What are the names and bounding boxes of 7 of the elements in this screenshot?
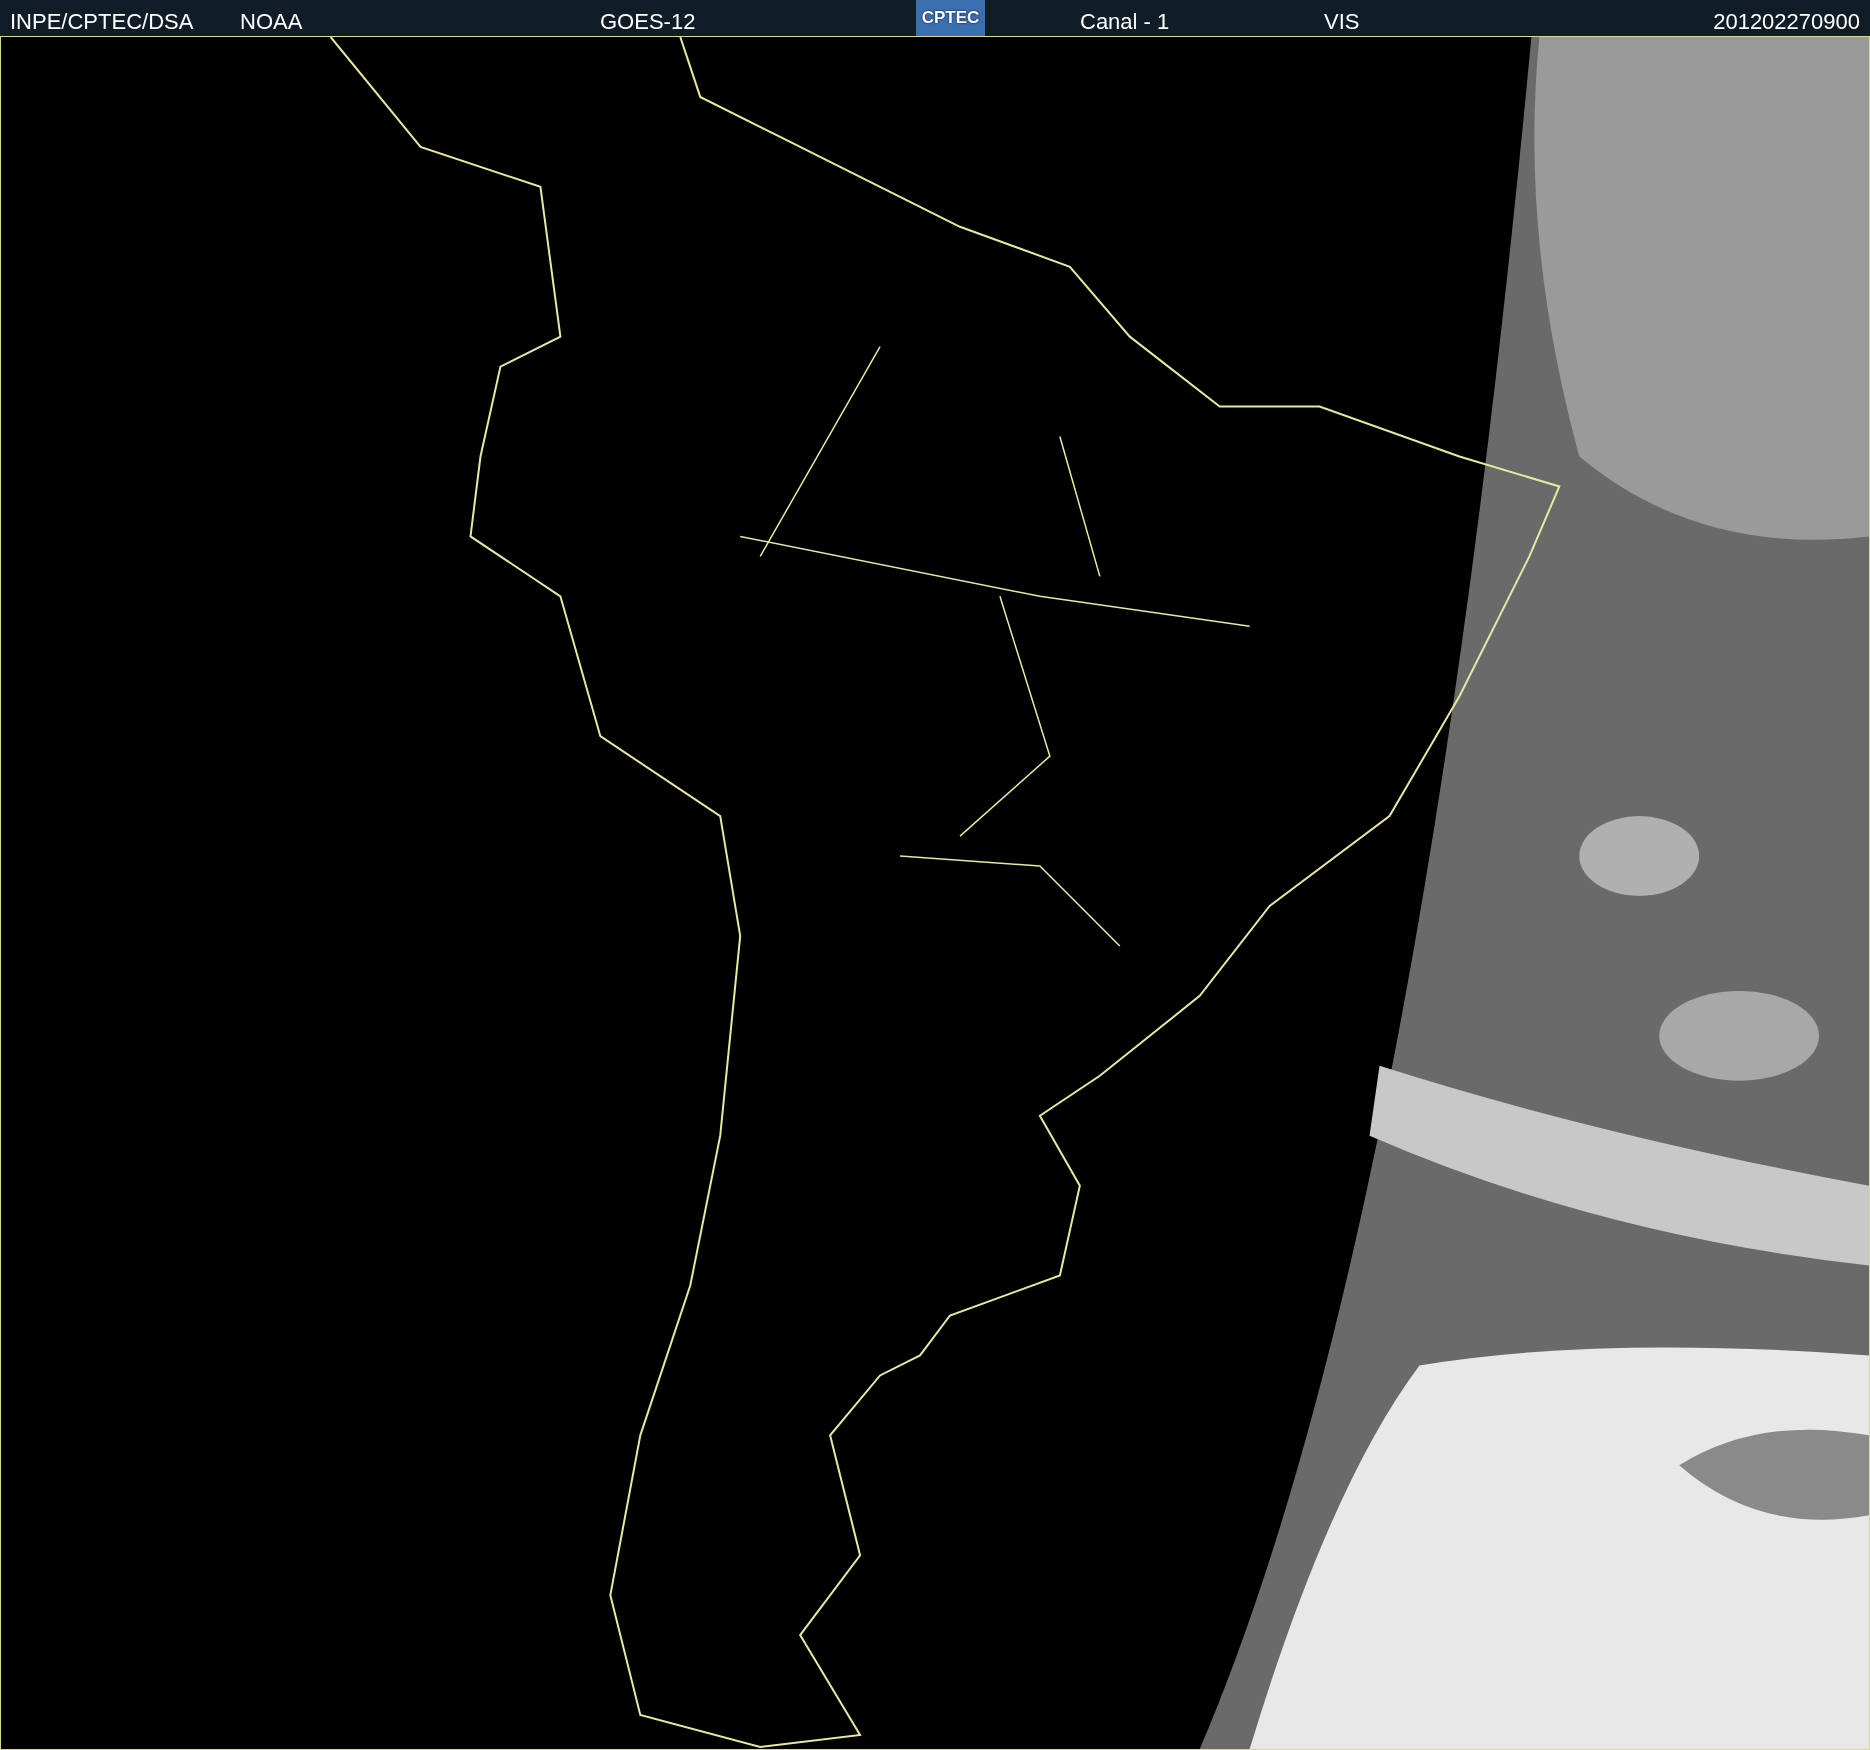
agency-label: NOAA [240,8,303,36]
source-label: INPE/CPTEC/DSA [10,8,194,36]
channel-label: Canal - 1 [1080,8,1170,36]
band-label: VIS [1324,8,1360,36]
logo: CPTEC [916,0,985,36]
satellite-label: GOES-12 [600,8,696,36]
timestamp-label: 201202270900 [1713,8,1860,36]
